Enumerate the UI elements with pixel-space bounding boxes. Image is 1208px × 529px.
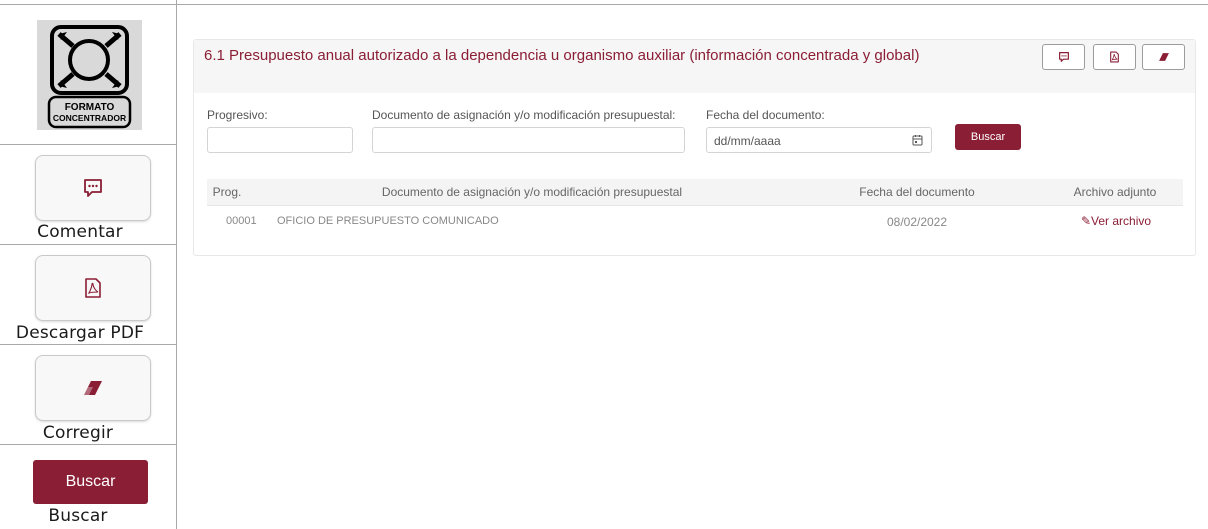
descargar-pdf-button[interactable] [35, 255, 151, 321]
header-eraser-button[interactable] [1142, 44, 1185, 70]
th-documento: Documento de asignación y/o modificación… [381, 185, 683, 199]
documento-label: Documento de asignación y/o modificación… [372, 108, 676, 122]
th-fecha: Fecha del documento [859, 185, 975, 199]
calendar-icon[interactable] [912, 134, 923, 146]
logo-text-1: FORMATO [65, 102, 115, 113]
legend-cell-buscar: Buscar Buscar [0, 445, 176, 529]
progresivo-label: Progresivo: [207, 108, 268, 122]
pdf-icon [1110, 51, 1119, 63]
row-prog: 00001 [226, 215, 257, 227]
presupuesto-card: 6.1 Presupuesto anual autorizado a la de… [193, 39, 1196, 256]
row-documento: OFICIO DE PRESUPUESTO COMUNICADO [277, 215, 499, 227]
fecha-input[interactable]: dd/mm/aaaa [706, 127, 932, 153]
card-header: 6.1 Presupuesto anual autorizado a la de… [194, 40, 1195, 93]
legend-cell-pdf: Descargar PDF [0, 245, 176, 345]
th-prog: Prog. [212, 185, 242, 199]
documento-input[interactable] [372, 127, 685, 153]
logo-text-2: CONCENTRADOR [53, 113, 126, 123]
comentar-caption: Comentar [37, 222, 123, 242]
legend-cell-corregir: Corregir [0, 345, 176, 445]
legend-logo-cell: FORMATO CONCENTRADOR [0, 5, 176, 145]
fecha-placeholder: dd/mm/aaaa [714, 134, 781, 148]
progresivo-input[interactable] [207, 127, 353, 153]
header-comment-button[interactable] [1042, 44, 1085, 70]
comment-icon [1058, 52, 1069, 62]
eraser-icon [1158, 53, 1169, 61]
th-archivo: Archivo adjunto [1073, 185, 1157, 199]
row-fecha: 08/02/2022 [886, 215, 948, 229]
eraser-icon [84, 381, 102, 395]
formato-concentrador-logo: FORMATO CONCENTRADOR [37, 20, 142, 130]
legend-buscar-button[interactable]: Buscar [33, 460, 148, 504]
ver-archivo-link[interactable]: ✎Ver archivo [1066, 214, 1166, 228]
corregir-caption: Corregir [42, 423, 114, 443]
table-header: Prog. Documento de asignación y/o modifi… [207, 179, 1183, 206]
pdf-caption: Descargar PDF [15, 323, 145, 343]
legend-cell-comentar: Comentar [0, 145, 176, 245]
legend-column: FORMATO CONCENTRADOR Comentar Descargar … [0, 0, 177, 529]
comentar-button[interactable] [35, 155, 151, 221]
comment-icon [84, 179, 102, 197]
header-pdf-button[interactable] [1093, 44, 1136, 70]
top-border [0, 4, 1208, 5]
pdf-icon [85, 278, 101, 298]
buscar-caption: Buscar [48, 506, 108, 526]
corregir-button[interactable] [35, 355, 151, 421]
fecha-label: Fecha del documento: [706, 108, 825, 122]
search-button[interactable]: Buscar [955, 124, 1021, 150]
card-title: 6.1 Presupuesto anual autorizado a la de… [204, 47, 920, 64]
